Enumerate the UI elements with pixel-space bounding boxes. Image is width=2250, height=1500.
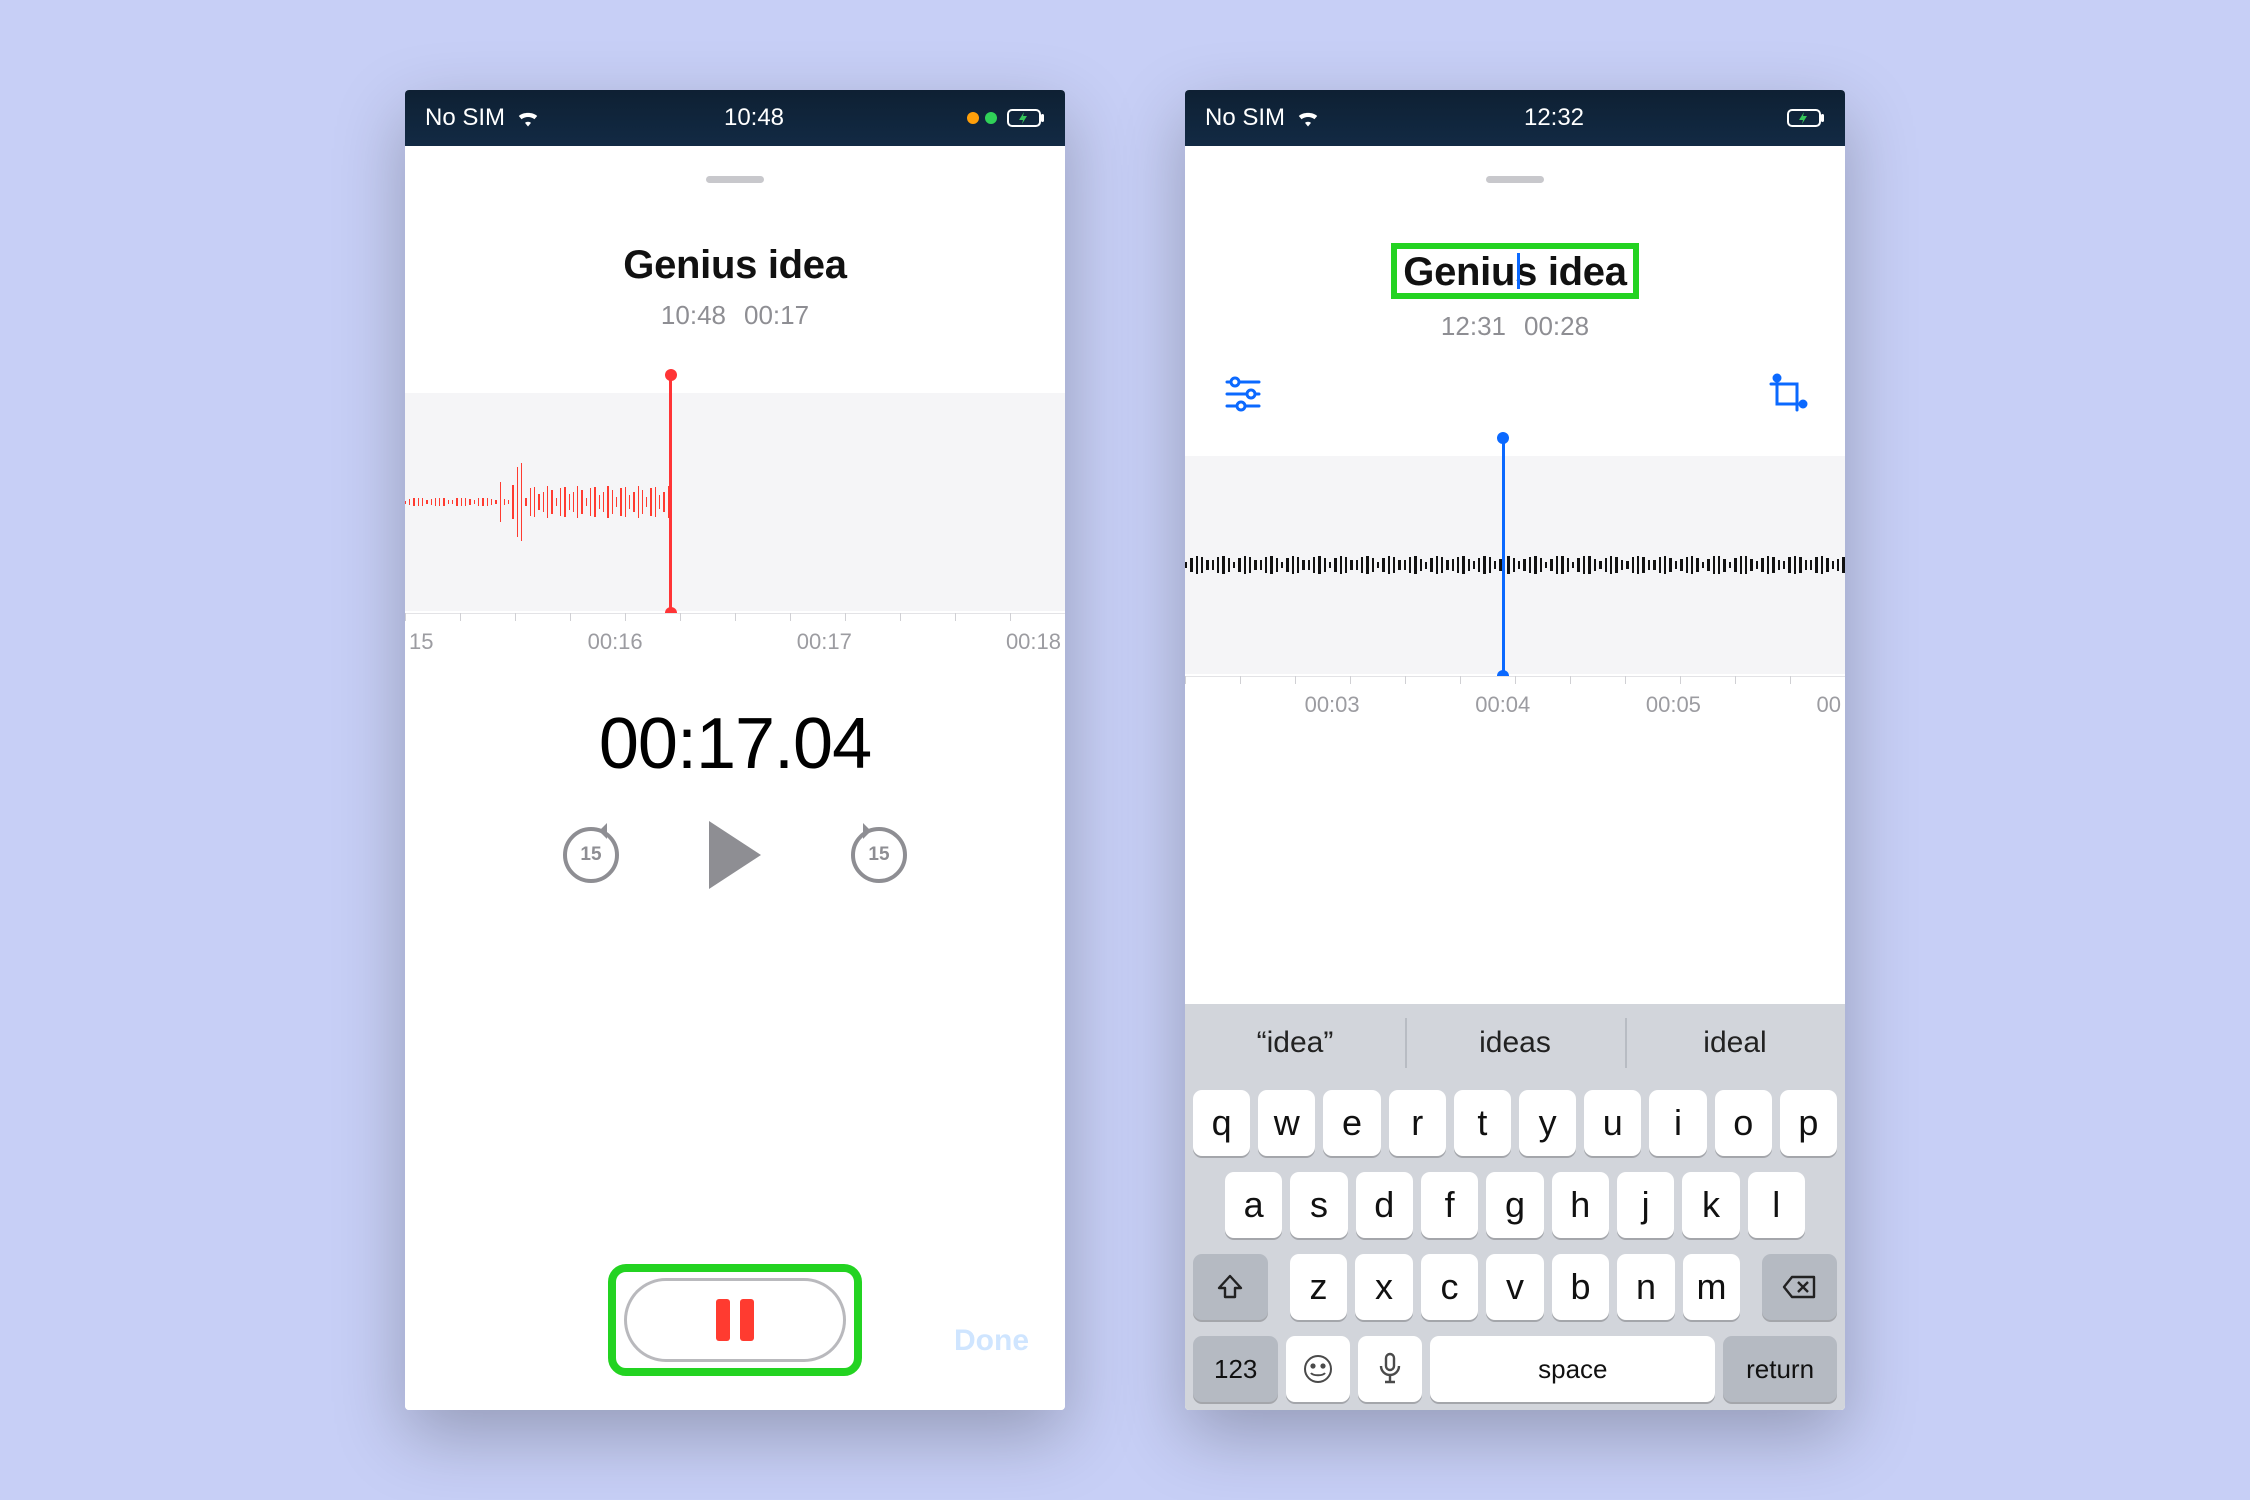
suggestion[interactable]: “idea” (1185, 1004, 1405, 1082)
battery-charging-icon (1007, 109, 1045, 127)
key-y[interactable]: y (1519, 1090, 1576, 1156)
key-q[interactable]: q (1193, 1090, 1250, 1156)
recording-indicator-icon (967, 112, 997, 124)
battery-charging-icon (1787, 109, 1825, 127)
callout-highlight (608, 1264, 862, 1376)
recording-time: 10:48 (661, 300, 726, 331)
key-u[interactable]: u (1584, 1090, 1641, 1156)
playhead[interactable] (1502, 438, 1505, 676)
recording-duration: 00:28 (1524, 311, 1589, 342)
key-h[interactable]: h (1552, 1172, 1609, 1238)
timeline-label: 00:03 (1305, 692, 1360, 718)
recording-sheet: Genius idea 10:48 00:17 15 00:16 00:17 0… (405, 162, 1065, 1410)
status-bar: No SIM 12:32 (1185, 90, 1845, 146)
key-s[interactable]: s (1290, 1172, 1347, 1238)
timeline-label: 00:05 (1646, 692, 1701, 718)
key-p[interactable]: p (1780, 1090, 1837, 1156)
key-c[interactable]: c (1421, 1254, 1479, 1320)
key-z[interactable]: z (1290, 1254, 1348, 1320)
recording-title-input[interactable]: Genius idea (1391, 243, 1638, 299)
sheet-grabber[interactable] (1486, 176, 1544, 183)
sheet-grabber[interactable] (706, 176, 764, 183)
key-e[interactable]: e (1323, 1090, 1380, 1156)
skip-back-15-button[interactable]: 15 (563, 827, 619, 883)
recording-meta: 10:48 00:17 (405, 300, 1065, 331)
key-j[interactable]: j (1617, 1172, 1674, 1238)
key-l[interactable]: l (1748, 1172, 1805, 1238)
timeline-label: 00:04 (1475, 692, 1530, 718)
key-v[interactable]: v (1486, 1254, 1544, 1320)
dictation-key[interactable] (1358, 1336, 1422, 1402)
recording-time: 12:31 (1441, 311, 1506, 342)
backspace-key[interactable] (1762, 1254, 1837, 1320)
timeline-label: 00:17 (797, 629, 852, 655)
timeline-label: 00:16 (588, 629, 643, 655)
suggestion[interactable]: ideas (1405, 1004, 1625, 1082)
key-n[interactable]: n (1617, 1254, 1675, 1320)
phone-recording-state: No SIM 10:48 Genius idea 10:48 00:17 (405, 90, 1065, 1410)
status-bar: No SIM 10:48 (405, 90, 1065, 146)
done-button[interactable]: Done (954, 1324, 1029, 1358)
key-o[interactable]: o (1715, 1090, 1772, 1156)
elapsed-timer: 00:17.04 (405, 703, 1065, 785)
suggestion[interactable]: ideal (1625, 1004, 1845, 1082)
pause-recording-button[interactable] (624, 1278, 846, 1362)
trim-crop-icon[interactable] (1765, 372, 1809, 416)
timeline-label: 00 (1817, 692, 1841, 718)
text-caret (1517, 253, 1520, 289)
pause-icon (740, 1299, 754, 1341)
wifi-icon (1295, 108, 1321, 128)
carrier-label: No SIM (1205, 104, 1285, 132)
key-x[interactable]: x (1355, 1254, 1413, 1320)
timeline-label: 00:18 (1006, 629, 1061, 655)
wifi-icon (515, 108, 541, 128)
waveform-timeline[interactable]: 15 00:16 00:17 00:18 (405, 371, 1065, 663)
suggestion-bar: “idea” ideas ideal (1185, 1004, 1845, 1082)
key-m[interactable]: m (1683, 1254, 1741, 1320)
key-t[interactable]: t (1454, 1090, 1511, 1156)
recording-sheet: Genius idea 12:31 00:28 (1185, 162, 1845, 1410)
key-d[interactable]: d (1356, 1172, 1413, 1238)
phone-rename-state: No SIM 12:32 Genius idea 12:31 00:28 (1185, 90, 1845, 1410)
recording-title[interactable]: Genius idea (623, 243, 846, 288)
carrier-label: No SIM (425, 104, 505, 132)
key-r[interactable]: r (1389, 1090, 1446, 1156)
key-i[interactable]: i (1649, 1090, 1706, 1156)
play-button[interactable] (709, 821, 761, 889)
key-f[interactable]: f (1421, 1172, 1478, 1238)
key-g[interactable]: g (1486, 1172, 1543, 1238)
emoji-key[interactable] (1286, 1336, 1350, 1402)
pause-icon (716, 1299, 730, 1341)
key-b[interactable]: b (1552, 1254, 1610, 1320)
space-key[interactable]: space (1430, 1336, 1715, 1402)
key-a[interactable]: a (1225, 1172, 1282, 1238)
skip-forward-15-button[interactable]: 15 (851, 827, 907, 883)
key-w[interactable]: w (1258, 1090, 1315, 1156)
recording-duration: 00:17 (744, 300, 809, 331)
status-clock: 12:32 (1524, 104, 1584, 132)
recording-meta: 12:31 00:28 (1185, 311, 1845, 342)
return-key[interactable]: return (1723, 1336, 1837, 1402)
status-clock: 10:48 (724, 104, 784, 132)
equalizer-settings-icon[interactable] (1221, 372, 1265, 416)
waveform-timeline[interactable]: 00:03 00:04 00:05 00 (1185, 434, 1845, 726)
shift-key[interactable] (1193, 1254, 1268, 1320)
numbers-key[interactable]: 123 (1193, 1336, 1278, 1402)
playhead[interactable] (669, 375, 672, 613)
timeline-label: 15 (409, 629, 433, 655)
key-k[interactable]: k (1682, 1172, 1739, 1238)
on-screen-keyboard: “idea” ideas ideal qwertyuiop asdfghjkl … (1185, 1004, 1845, 1410)
